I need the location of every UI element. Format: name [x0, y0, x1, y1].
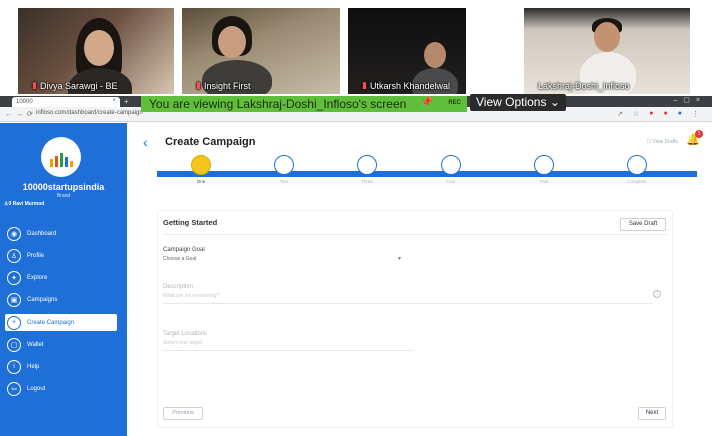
- dashboard-icon: ◉: [7, 226, 21, 241]
- main-content: ‹ Create Campaign ☐ View Drafts 🔔 1 One T…: [127, 123, 712, 436]
- video-tile[interactable]: ▮ Utkarsh Khandelwal: [348, 8, 466, 94]
- browser-nav-icons[interactable]: ←→⟳: [5, 110, 37, 118]
- step-label: Complete: [627, 179, 647, 184]
- step-6[interactable]: [627, 155, 647, 175]
- step-label: Three: [361, 179, 373, 184]
- brand-name: 10000startupsindia: [22, 182, 105, 192]
- explore-icon: ✦: [7, 270, 21, 285]
- step-label: One: [196, 179, 206, 184]
- target-locations-label: Target Locations: [163, 331, 208, 337]
- participant-name: ▮ Utkarsh Khandelwal: [362, 80, 450, 91]
- pin-icon: 📌: [420, 97, 433, 108]
- participant-name: ▮ Insight First: [196, 80, 251, 91]
- participant-name: Lakshraj-Doshi_Infloso: [538, 81, 630, 91]
- step-3[interactable]: [357, 155, 377, 175]
- step-label: Four: [446, 179, 456, 184]
- browser-tab[interactable]: 10000 ×: [12, 97, 120, 107]
- video-tile[interactable]: ▮ Insight First: [182, 8, 340, 94]
- sidebar-item-campaigns[interactable]: ▣ Campaigns: [5, 291, 117, 308]
- step-1[interactable]: [191, 155, 211, 175]
- user-name: ♙0 Ravi Murmod: [4, 201, 45, 207]
- help-icon: i: [7, 359, 21, 374]
- stepper-track: [157, 171, 697, 177]
- user-icon: ♙: [7, 248, 21, 263]
- brand-role: Brand: [56, 193, 71, 199]
- plus-icon: +: [7, 315, 21, 330]
- sidebar-item-create-campaign[interactable]: + Create Campaign: [5, 314, 117, 331]
- step-4[interactable]: [441, 155, 461, 175]
- brand-logo: [41, 137, 81, 177]
- sidebar: 10000startupsindia Brand ♙0 Ravi Murmod …: [0, 123, 127, 436]
- logout-icon: ⇦: [7, 381, 21, 396]
- sidebar-item-dashboard[interactable]: ◉ Dashboard: [5, 225, 117, 242]
- back-chevron-icon[interactable]: ‹: [143, 134, 148, 150]
- campaign-goal-select[interactable]: Choose a Goal: [163, 256, 196, 262]
- view-drafts-link[interactable]: ☐ View Drafts: [647, 139, 678, 145]
- video-strip: ▮ Divya Sarawgi - BE ▮ Insight First ▮ Utka…: [0, 0, 712, 96]
- wallet-icon: ▢: [7, 337, 21, 352]
- new-tab-button[interactable]: +: [124, 97, 129, 106]
- next-button[interactable]: Next: [638, 407, 666, 420]
- campaign-goal-label: Campaign Goal: [163, 247, 205, 253]
- participant-face: [84, 30, 114, 66]
- url-field[interactable]: infloso.com/dashboard/create-campaign: [36, 110, 143, 116]
- user-icon: ♙0: [4, 201, 13, 207]
- page-title: Create Campaign: [165, 136, 256, 148]
- participant-name: ▮ Divya Sarawgi - BE: [32, 80, 118, 91]
- description-underline: [163, 303, 653, 304]
- description-input[interactable]: What are you promoting?: [163, 293, 219, 299]
- window-controls[interactable]: –▢×: [673, 96, 706, 104]
- save-draft-button[interactable]: Save Draft: [620, 218, 666, 231]
- notification-badge: 1: [695, 130, 703, 138]
- step-5[interactable]: [534, 155, 554, 175]
- step-label: Five: [539, 179, 549, 184]
- mic-muted-icon: ▮: [196, 80, 201, 90]
- sidebar-item-explore[interactable]: ✦ Explore: [5, 269, 117, 286]
- sidebar-item-help[interactable]: i Help: [5, 358, 117, 375]
- participant-face: [594, 22, 620, 52]
- target-locations-input[interactable]: Select your target: [163, 340, 202, 346]
- card-title: Getting Started: [163, 218, 218, 227]
- extensions-area[interactable]: ↗ ☆ ● ● ● ⋮: [617, 110, 704, 118]
- participant-face: [218, 26, 246, 58]
- participant-face: [424, 42, 446, 68]
- video-tile[interactable]: ▮ Divya Sarawgi - BE: [18, 8, 174, 94]
- sidebar-item-profile[interactable]: ♙ Profile: [5, 247, 117, 264]
- step-label: Two: [279, 179, 289, 184]
- description-label: Description: [163, 284, 194, 290]
- sidebar-item-logout[interactable]: ⇦ Logout: [5, 380, 117, 397]
- campaign-form-card: Getting Started Save Draft Campaign Goal…: [157, 210, 673, 428]
- screen-share-banner: You are viewing Lakshraj-Doshi_Infloso's…: [141, 96, 467, 112]
- target-locations-underline: [163, 350, 413, 351]
- info-icon[interactable]: i: [653, 290, 661, 298]
- video-tile[interactable]: Lakshraj-Doshi_Infloso: [524, 8, 690, 94]
- sidebar-item-wallet[interactable]: ▢ Wallet: [5, 336, 117, 353]
- step-2[interactable]: [274, 155, 294, 175]
- close-tab-icon[interactable]: ×: [112, 98, 116, 104]
- notification-bell-icon[interactable]: 🔔 1: [686, 130, 703, 147]
- divider: [163, 234, 667, 235]
- previous-button[interactable]: Previous: [163, 407, 203, 420]
- chevron-down-icon[interactable]: ▾: [398, 255, 401, 262]
- mic-muted-icon: ▮: [362, 80, 367, 90]
- mic-muted-icon: ▮: [32, 80, 37, 90]
- campaigns-icon: ▣: [7, 292, 21, 307]
- view-options-button[interactable]: View Options ⌄: [470, 94, 566, 111]
- rec-indicator: REC: [448, 100, 461, 106]
